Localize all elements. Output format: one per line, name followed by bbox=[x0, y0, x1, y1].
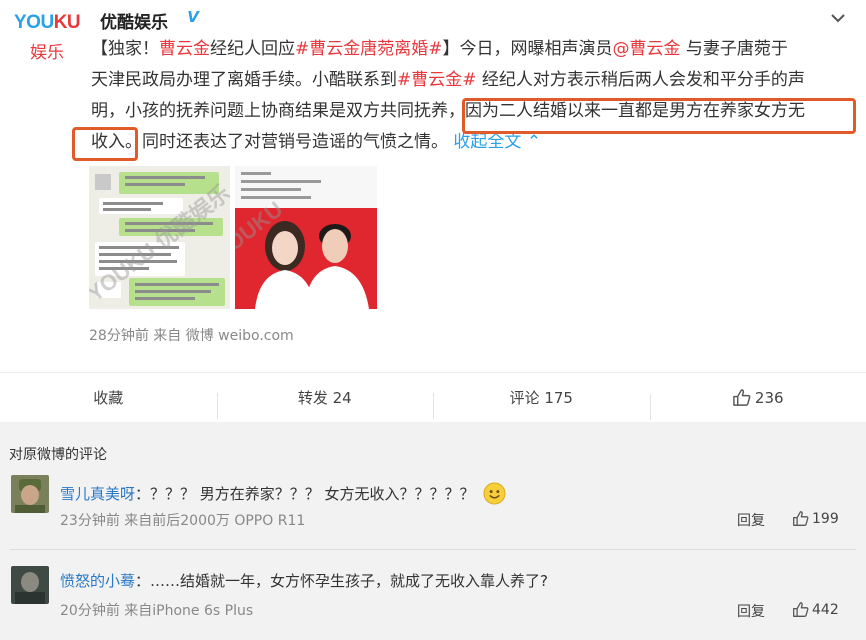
thumbs-up-icon bbox=[793, 511, 809, 526]
chevron-down-icon[interactable] bbox=[830, 10, 846, 26]
comment-text: ：？？？ 男方在养家？？？ 女方无收入？？？？？ bbox=[135, 485, 475, 503]
verified-icon: V bbox=[183, 7, 203, 27]
like-count: 236 bbox=[754, 388, 784, 407]
comment-meta: 20分钟前 来自iPhone 6s Plus bbox=[60, 603, 254, 619]
comment-like-button[interactable]: 442 bbox=[792, 601, 839, 618]
highlight-box bbox=[72, 127, 138, 161]
comment-username[interactable]: 雪儿真美呀 bbox=[60, 485, 135, 503]
author-name[interactable]: 优酷娱乐 bbox=[100, 8, 168, 33]
action-bar: 收藏 转发 24 评论 175 236 bbox=[0, 372, 866, 422]
reply-button[interactable]: 回复 bbox=[737, 601, 765, 621]
post-text: 【独家！曹云金经纪人回应#曹云金唐菀离婚#】今日，网曝相声演员@曹云金 与妻子唐… bbox=[91, 34, 841, 158]
hashtag-link[interactable]: 曹云金 bbox=[159, 39, 210, 59]
comment-username[interactable]: 愤怒的小蓦 bbox=[60, 572, 135, 590]
smile-emoji-icon bbox=[483, 482, 506, 505]
chat-screenshot-image[interactable]: YOUKU 优酷娱乐 bbox=[89, 166, 230, 309]
post-line-1: 【独家！曹云金经纪人回应#曹云金唐菀离婚#】今日，网曝相声演员@曹云金 与妻子唐… bbox=[91, 39, 788, 59]
hashtag-link[interactable]: #曹云金唐菀离婚# bbox=[295, 39, 443, 59]
comment-like-count: 199 bbox=[812, 510, 839, 527]
comment-label: 评论 175 bbox=[509, 389, 573, 407]
avatar-graphic bbox=[11, 475, 49, 513]
collapse-link[interactable]: 收起全文 ⌃ bbox=[453, 132, 541, 152]
post-line-2: 天津民政局办理了离婚手续。小酷联系到#曹云金# 经纪人对方表示稍后两人会发和平分… bbox=[91, 70, 805, 90]
favorite-button[interactable]: 收藏 bbox=[0, 387, 217, 408]
comment-button[interactable]: 评论 175 bbox=[433, 387, 650, 419]
thumbs-up-icon bbox=[793, 602, 809, 617]
repost-label: 转发 24 bbox=[297, 389, 352, 407]
mention-link[interactable]: @曹云金 bbox=[613, 39, 681, 59]
repost-button[interactable]: 转发 24 bbox=[216, 387, 434, 419]
couple-photo-image[interactable]: YOUKU bbox=[235, 166, 377, 309]
comment-like-button[interactable]: 199 bbox=[792, 510, 839, 527]
comment-line: 愤怒的小蓦：……结婚就一年，女方怀孕生孩子，就成了无收入靠人养了? bbox=[60, 570, 548, 591]
reply-button[interactable]: 回复 bbox=[737, 510, 765, 530]
avatar-graphic bbox=[11, 566, 49, 604]
chevron-up-icon: ⌃ bbox=[526, 132, 542, 152]
comment-meta: 23分钟前 来自前后2000万 OPPO R11 bbox=[60, 513, 306, 529]
logo-text-cn: 娱乐 bbox=[30, 43, 64, 63]
logo-text-en: YOUKU bbox=[14, 12, 81, 33]
hashtag-link[interactable]: #曹云金# bbox=[397, 70, 477, 90]
comment-text: ：……结婚就一年，女方怀孕生孩子，就成了无收入靠人养了? bbox=[135, 572, 548, 590]
favorite-label: 收藏 bbox=[93, 389, 124, 407]
thumbs-up-icon bbox=[733, 389, 751, 406]
avatar[interactable] bbox=[11, 566, 49, 604]
like-button[interactable]: 236 bbox=[649, 388, 866, 420]
highlight-box bbox=[462, 98, 856, 134]
comments-title: 对原微博的评论 bbox=[9, 447, 107, 463]
comment-like-count: 442 bbox=[812, 601, 839, 618]
youku-logo[interactable]: YOUKU 娱乐 bbox=[10, 10, 82, 63]
avatar[interactable] bbox=[11, 475, 49, 513]
comment-line: 雪儿真美呀：？？？ 男方在养家？？？ 女方无收入？？？？？ bbox=[60, 482, 506, 505]
post-meta: 28分钟前 来自 微博 weibo.com bbox=[89, 328, 294, 344]
comment-divider bbox=[10, 549, 856, 550]
